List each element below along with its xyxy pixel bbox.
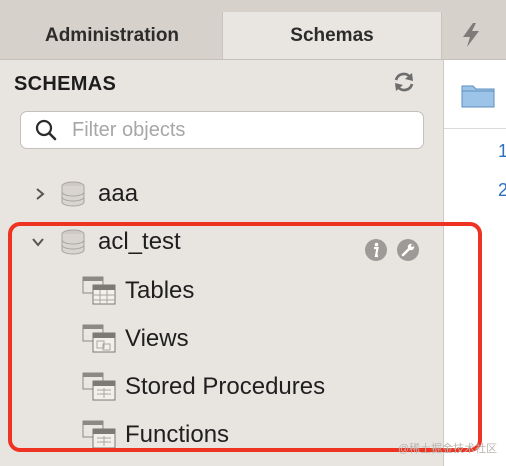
filter-objects-field[interactable] — [20, 111, 424, 149]
chevron-right-icon[interactable] — [32, 186, 48, 202]
refresh-icon[interactable] — [391, 70, 417, 94]
functions-icon — [82, 420, 116, 449]
views-icon — [82, 324, 116, 353]
tree-item-label: Stored Procedures — [125, 373, 326, 400]
bolt-icon[interactable] — [459, 22, 483, 48]
tree-item-views[interactable]: Views — [82, 324, 189, 354]
tree-item-label: Views — [125, 325, 189, 352]
schema-row-aaa[interactable]: aaa — [32, 180, 138, 208]
tree-item-stored-procedures[interactable]: Stored Procedures — [82, 372, 325, 402]
database-icon — [61, 229, 85, 255]
schema-row-acl-test[interactable]: acl_test — [30, 228, 181, 256]
tab-administration[interactable]: Administration — [2, 12, 222, 59]
search-icon — [35, 119, 57, 141]
schemas-section-title: SCHEMAS — [14, 73, 117, 95]
editor-divider — [444, 128, 506, 129]
chevron-down-icon[interactable] — [30, 234, 46, 250]
tree-item-label: Functions — [125, 421, 230, 448]
schema-name: aaa — [98, 180, 139, 207]
tables-icon — [82, 276, 116, 305]
watermark: @稀土掘金技术社区 — [398, 443, 498, 455]
sidebar-tabbar: Administration Schemas — [0, 0, 444, 60]
schemas-sidebar: Administration Schemas SCHEMAS aaa — [0, 0, 482, 466]
tab-schemas[interactable]: Schemas — [222, 12, 442, 59]
schema-name: acl_test — [98, 228, 181, 255]
folder-icon[interactable] — [461, 82, 495, 108]
wrench-icon[interactable] — [396, 238, 420, 262]
line-number: 1 — [498, 141, 506, 161]
database-icon — [61, 181, 85, 207]
info-icon[interactable] — [364, 238, 388, 262]
tree-item-functions[interactable]: Functions — [82, 420, 229, 450]
filter-objects-input[interactable] — [70, 117, 394, 143]
stored-procedures-icon — [82, 372, 116, 401]
line-number: 2 — [498, 180, 506, 200]
tree-item-tables[interactable]: Tables — [82, 276, 194, 306]
tree-item-label: Tables — [125, 277, 195, 304]
